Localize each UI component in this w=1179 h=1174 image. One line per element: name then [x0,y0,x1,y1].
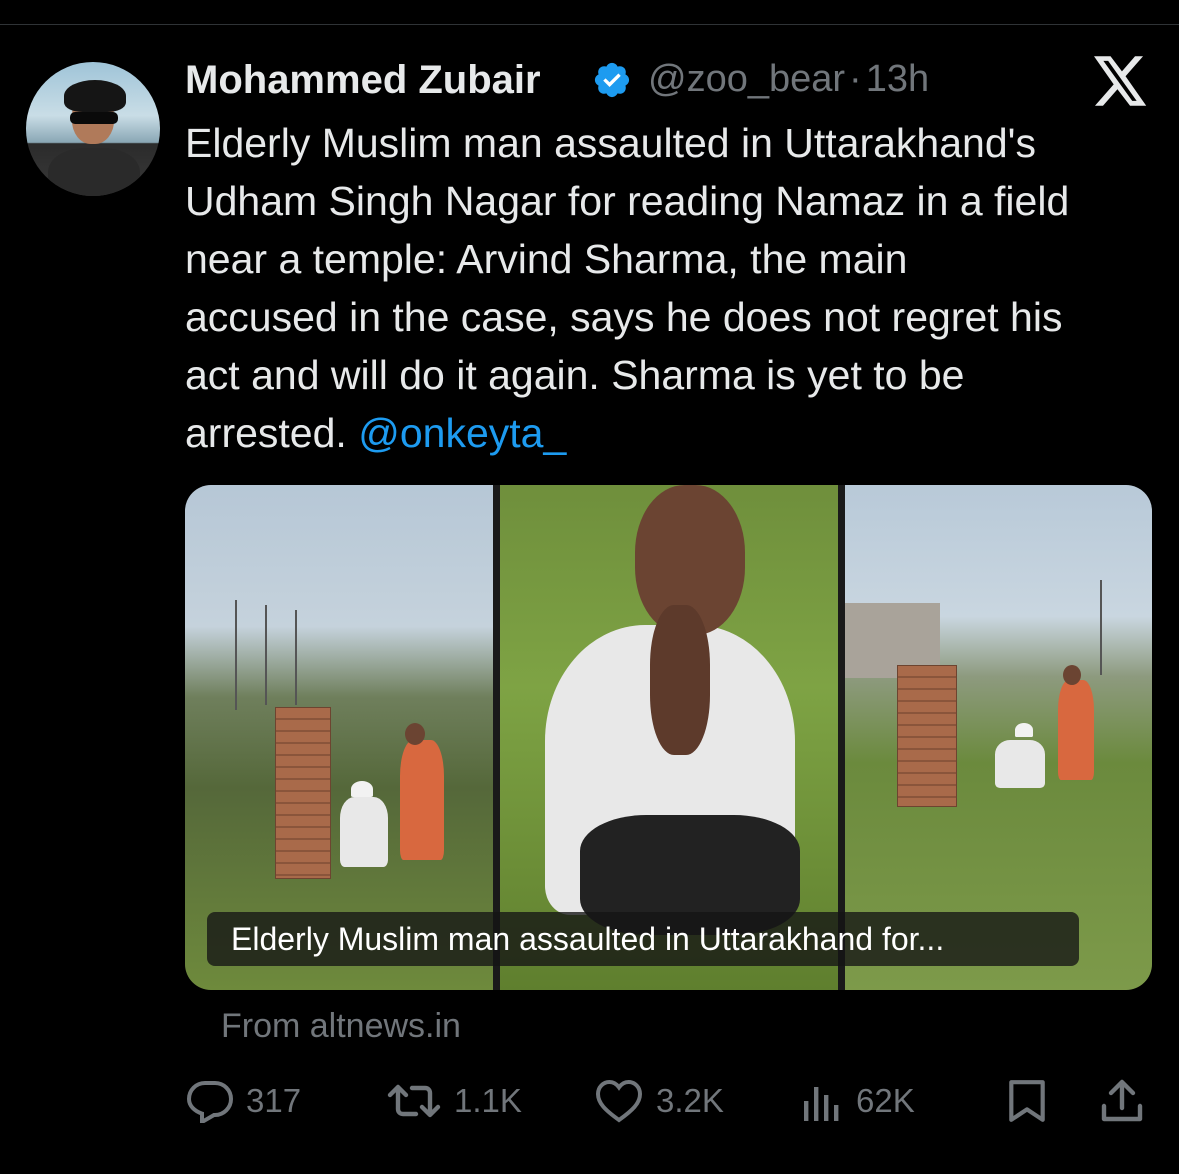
power-pole [265,605,267,705]
top-divider [0,24,1179,25]
avatar-body [48,148,140,196]
share-button[interactable] [1100,1078,1144,1124]
handle[interactable]: @zoo_bear [648,58,845,100]
brick-pillar [897,665,957,807]
link-source[interactable]: From altnews.in [221,1007,461,1046]
views-count: 62K [856,1082,915,1119]
elderly-man [340,797,388,867]
prayer-cap [351,781,373,797]
folded-hands [650,605,710,755]
bookmark-icon [1009,1080,1045,1122]
power-pole [1100,580,1102,675]
x-logo-icon [1094,56,1147,106]
tweet-text-end: arrested. [185,410,347,456]
retweet-button[interactable]: 1.1K [386,1078,522,1124]
attacker [1058,680,1094,780]
separator: · [849,58,862,100]
reply-button[interactable]: 317 [186,1078,301,1124]
share-icon [1101,1079,1143,1122]
tweet-text-line: Elderly Muslim man assaulted in Uttarakh… [185,120,1036,166]
attacker-head [405,723,425,745]
reply-icon [186,1081,234,1123]
views-icon [804,1087,839,1121]
attacker [400,740,444,860]
timestamp[interactable]: 13h [866,58,929,100]
retweet-count: 1.1K [454,1082,522,1119]
like-count: 3.2K [656,1082,724,1119]
tweet-text-line: near a temple: Arvind Sharma, the main [185,236,908,282]
reply-count: 317 [246,1082,302,1119]
tweet-text-line: act and will do it again. Sharma is yet … [185,352,965,398]
brick-pillar [275,707,331,879]
avatar-glasses [70,112,118,124]
elderly-man [995,740,1045,788]
verified-badge-icon[interactable] [592,60,632,100]
handle-and-time[interactable]: @zoo_bear · 13h [648,58,929,101]
link-card-image[interactable]: alt news Elderly Muslim man assaulted in… [185,485,1152,990]
bookmark-button[interactable] [1006,1078,1048,1124]
attacker-head [1063,665,1081,685]
tweet-text-line: accused in the case, says he does not re… [185,294,1063,340]
avatar[interactable] [26,62,160,196]
link-card-title[interactable]: Elderly Muslim man assaulted in Uttarakh… [207,912,1079,966]
avatar-hair [64,80,126,112]
heart-icon [595,1079,643,1123]
tweet-text: Elderly Muslim man assaulted in Uttarakh… [185,114,1165,462]
tweet-text-line: Udham Singh Nagar for reading Namaz in a… [185,178,1070,224]
like-button[interactable]: 3.2K [594,1078,724,1124]
views-button[interactable]: 62K [800,1078,915,1124]
power-pole [235,600,237,710]
tweet-text-line-last: arrested. @onkeyta_ [185,404,1165,462]
power-pole [295,610,297,705]
author-name[interactable]: Mohammed Zubair [185,58,541,103]
prayer-cap [1015,723,1033,737]
retweet-icon [387,1084,441,1118]
mention-link[interactable]: @onkeyta_ [358,410,566,456]
